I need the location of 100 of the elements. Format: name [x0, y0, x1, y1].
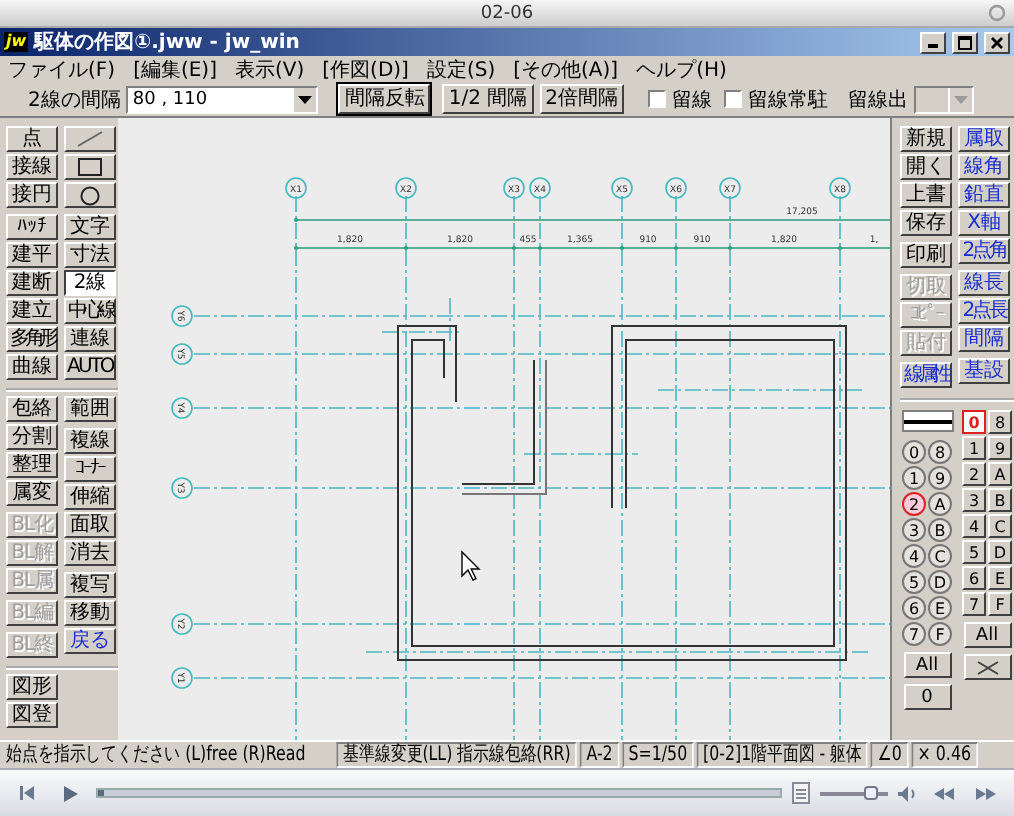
speaker-icon[interactable]: [898, 785, 918, 801]
layer-group-button[interactable]: 9: [928, 466, 952, 490]
tool-button[interactable]: 移動: [64, 600, 116, 626]
layer-button[interactable]: 4: [962, 514, 986, 538]
layer-group-button[interactable]: D: [928, 570, 952, 594]
tool-button[interactable]: 整理: [6, 452, 58, 478]
menu-item[interactable]: 表示(V): [235, 55, 305, 83]
spacing-combo[interactable]: 80 , 110: [126, 85, 319, 113]
layer-group-button[interactable]: 7: [902, 622, 926, 646]
tool-button[interactable]: 消去: [64, 540, 116, 566]
tool-button[interactable]: 属取: [958, 126, 1010, 152]
tool-button[interactable]: 開く: [900, 154, 952, 180]
tool-button[interactable]: 多角形: [6, 326, 58, 352]
tool-button[interactable]: ﾊｯﾁ: [6, 214, 58, 240]
tool-button[interactable]: 属変: [6, 480, 58, 506]
layer-group-button[interactable]: 2: [902, 492, 926, 516]
rectangle-tool-button[interactable]: [64, 154, 116, 180]
layer-group-button[interactable]: 5: [902, 570, 926, 594]
layer-button[interactable]: 9: [988, 436, 1012, 460]
tool-button[interactable]: 接円: [6, 182, 58, 208]
layer-button[interactable]: 8: [988, 410, 1012, 434]
tool-button[interactable]: AUTO: [64, 354, 116, 380]
all-layers-button[interactable]: All: [963, 622, 1011, 648]
toolbar-button[interactable]: 間隔反転: [338, 84, 431, 114]
layer-group-button[interactable]: E: [928, 596, 952, 620]
maximize-button[interactable]: [952, 31, 978, 53]
tool-button[interactable]: 曲線: [6, 354, 58, 380]
layer-button[interactable]: 0: [962, 410, 986, 434]
layer-button[interactable]: 5: [962, 540, 986, 564]
handle-icon[interactable]: [792, 782, 810, 804]
tool-button[interactable]: 包絡: [6, 396, 58, 422]
tool-button[interactable]: 範囲: [64, 396, 116, 422]
tool-button[interactable]: 複写: [64, 572, 116, 598]
layer-button[interactable]: F: [988, 592, 1012, 616]
close-button[interactable]: [984, 31, 1010, 53]
layer-group-button[interactable]: 8: [928, 440, 952, 464]
volume-thumb[interactable]: [863, 785, 877, 799]
layer-group-button[interactable]: 4: [902, 544, 926, 568]
tool-button[interactable]: 建立: [6, 298, 58, 324]
toolbar-button[interactable]: 1/2 間隔: [442, 84, 534, 114]
layer-button[interactable]: C: [988, 514, 1012, 538]
tool-button[interactable]: 点: [6, 126, 58, 152]
circle-tool-button[interactable]: [64, 182, 116, 208]
checkbox-label[interactable]: 留線常駐: [748, 85, 829, 113]
checkbox-label[interactable]: 留線: [672, 85, 713, 113]
tool-button[interactable]: 文字: [64, 214, 116, 240]
menu-item[interactable]: [編集(E)]: [133, 55, 217, 83]
menu-item[interactable]: [作図(D)]: [322, 55, 409, 83]
menu-item[interactable]: [その他(A)]: [513, 55, 619, 83]
layer-group-button[interactable]: F: [928, 622, 952, 646]
tool-button[interactable]: 2点長: [958, 298, 1010, 324]
layer-group-button[interactable]: 0: [903, 684, 951, 710]
layer-group-button[interactable]: B: [928, 518, 952, 542]
tool-button[interactable]: 2線: [64, 270, 116, 296]
layer-button[interactable]: B: [988, 488, 1012, 512]
tool-button[interactable]: 線長: [958, 270, 1010, 296]
tool-button[interactable]: 印刷: [900, 242, 952, 268]
layer-button[interactable]: 1: [962, 436, 986, 460]
tool-button[interactable]: 戻る: [64, 628, 116, 654]
tool-button[interactable]: 図形: [6, 674, 58, 700]
minimize-button[interactable]: [920, 31, 946, 53]
layer-group-button[interactable]: 0: [902, 440, 926, 464]
layer-button[interactable]: 6: [962, 566, 986, 590]
tool-button[interactable]: 寸法: [64, 242, 116, 268]
tool-button[interactable]: 分割: [6, 424, 58, 450]
tool-button[interactable]: 建平: [6, 242, 58, 268]
tool-button[interactable]: 図登: [6, 702, 58, 728]
menu-item[interactable]: ヘルプ(H): [636, 55, 727, 83]
tool-button[interactable]: X軸: [958, 210, 1010, 236]
layer-group-button[interactable]: 6: [902, 596, 926, 620]
layer-button[interactable]: 2: [962, 462, 986, 486]
checkbox[interactable]: [648, 90, 667, 108]
tool-button[interactable]: 鉛直: [958, 182, 1010, 208]
tool-button[interactable]: 線角: [958, 154, 1010, 180]
menu-item[interactable]: ファイル(F): [8, 55, 116, 83]
tool-button[interactable]: 上書: [900, 182, 952, 208]
layer-group-button[interactable]: 1: [902, 466, 926, 490]
layer-group-button[interactable]: A: [928, 492, 952, 516]
line-tool-button[interactable]: [64, 126, 116, 152]
tool-button[interactable]: 連線: [64, 326, 116, 352]
tool-button[interactable]: 中心線: [64, 298, 116, 324]
layer-button[interactable]: E: [988, 566, 1012, 590]
layer-button[interactable]: A: [988, 462, 1012, 486]
tool-button[interactable]: 新規: [900, 126, 952, 152]
layer-group-button[interactable]: C: [928, 544, 952, 568]
tool-button[interactable]: 線属性: [900, 362, 952, 388]
tool-button[interactable]: 面取: [64, 512, 116, 538]
line-style-sample[interactable]: [901, 410, 953, 432]
cross-button[interactable]: [963, 654, 1011, 680]
tool-button[interactable]: 間隔: [958, 326, 1010, 352]
layer-button[interactable]: 7: [962, 592, 986, 616]
tool-button[interactable]: 接線: [6, 154, 58, 180]
layer-button[interactable]: 3: [962, 488, 986, 512]
tool-button[interactable]: 2点角: [958, 238, 1010, 264]
tool-button[interactable]: 基設: [958, 358, 1010, 384]
checkbox[interactable]: [724, 90, 743, 108]
toolbar-button[interactable]: 2倍間隔: [539, 84, 625, 114]
all-groups-button[interactable]: All: [903, 652, 951, 678]
layer-group-button[interactable]: 3: [902, 518, 926, 542]
tool-button[interactable]: 伸縮: [64, 484, 116, 510]
